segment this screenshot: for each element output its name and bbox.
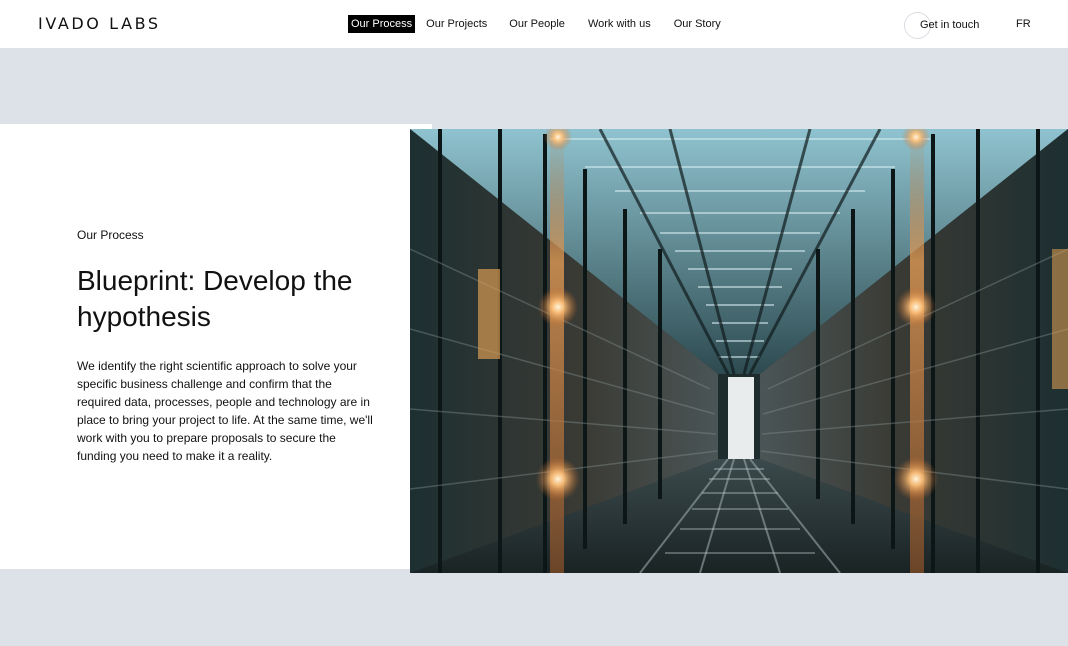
content-card (0, 124, 432, 569)
nav-work-with-us[interactable]: Work with us (588, 15, 651, 33)
ivado-labs-logo[interactable]: IVADO LABS (38, 14, 161, 34)
site-header: IVADO LABS Our Process Our Projects Our … (0, 0, 1068, 48)
get-in-touch-label: Get in touch (920, 19, 980, 31)
nav-our-people[interactable]: Our People (509, 15, 565, 33)
nav-our-projects[interactable]: Our Projects (426, 15, 487, 33)
nav-our-process[interactable]: Our Process (348, 15, 416, 33)
section-body: We identify the right scientific approac… (77, 359, 373, 463)
get-in-touch-button[interactable]: Get in touch (904, 12, 980, 39)
section-title: Blueprint: Develop the hypothesis (77, 265, 353, 332)
main-nav: Our Process Our Projects Our People Work… (348, 15, 721, 33)
hero-image-data-center-corridor (410, 129, 1068, 573)
section-eyebrow: Our Process (77, 228, 144, 242)
nav-our-story[interactable]: Our Story (674, 15, 721, 33)
language-toggle[interactable]: FR (1016, 18, 1031, 30)
